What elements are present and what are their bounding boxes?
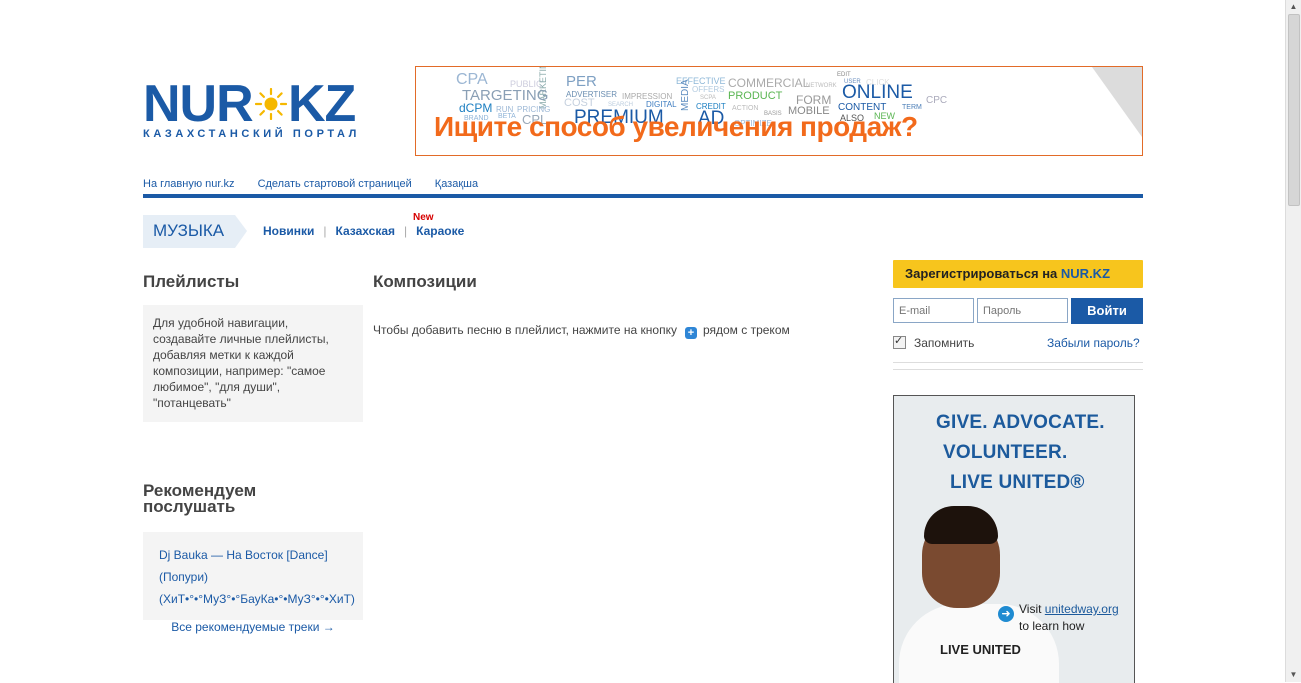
side-ad-banner[interactable]: GIVE. ADVOCATE. VOLUNTEER. LIVE UNITED® …	[893, 395, 1135, 683]
site-logo[interactable]: NUR KZ КАЗАХСТАНСКИЙ ПОРТАЛ	[143, 78, 358, 148]
ad-visit-link[interactable]: unitedway.org	[1045, 602, 1119, 616]
banner-cloud-word: EDIT	[837, 72, 851, 78]
hint-text-after: рядом с треком	[702, 323, 790, 337]
new-badge: New	[413, 212, 434, 223]
login-divider	[893, 369, 1143, 370]
sun-icon	[255, 88, 287, 120]
login-button[interactable]: Войти	[1071, 298, 1143, 324]
header-divider	[143, 194, 1143, 198]
recommend-heading: Рекомендуем послушать	[143, 481, 257, 516]
playlists-heading: Плейлисты	[143, 272, 240, 291]
email-input[interactable]	[893, 298, 974, 323]
playlists-info-text: Для удобной навигации, создавайте личные…	[153, 316, 329, 410]
remember-label: Запомнить	[914, 336, 975, 350]
nav-make-start-page-link[interactable]: Сделать стартовой страницей	[258, 178, 412, 190]
password-input[interactable]	[977, 298, 1068, 323]
tab-new-releases[interactable]: Новинки	[263, 224, 314, 238]
section-title-tag: МУЗЫКА	[143, 215, 247, 248]
section-title: МУЗЫКА	[153, 221, 225, 240]
plus-icon: +	[684, 327, 697, 339]
banner-cloud-word: ONLINE	[842, 82, 913, 103]
recommended-track-link[interactable]: Dj Bauka — На Восток [Dance] (Попури) (Х…	[143, 532, 363, 622]
nav-kazakh-language-link[interactable]: Қазақша	[435, 178, 478, 190]
banner-cloud-word: PER	[566, 73, 597, 90]
nav-home-link[interactable]: На главную nur.kz	[143, 178, 235, 190]
banner-tagline: Ищите способ увеличения продаж?	[434, 111, 918, 142]
all-recommended-link[interactable]: Все рекомендуемые треки →	[143, 620, 363, 634]
logo-subtitle: КАЗАХСТАНСКИЙ ПОРТАЛ	[143, 128, 360, 140]
banner-cloud-word: CPC	[926, 95, 948, 106]
top-ad-banner[interactable]: CPA PUBLIC MARKETING PER EFFECTIVE COMME…	[415, 66, 1143, 156]
page-curl-decoration	[1092, 67, 1142, 137]
logo-text-nur: NUR	[143, 75, 254, 133]
logo-text-kz: KZ	[288, 75, 356, 133]
banner-cloud-word: MEDIA	[680, 79, 691, 111]
scroll-down-arrow-icon[interactable]: ▼	[1286, 668, 1301, 682]
ad-line: VOLUNTEER.	[943, 442, 1068, 463]
compositions-hint: Чтобы добавить песню в плейлист, нажмите…	[373, 323, 790, 339]
remember-me[interactable]: Запомнить	[893, 334, 975, 350]
ad-person-image	[924, 506, 998, 544]
playlists-info-box: Для удобной навигации, создавайте личные…	[143, 305, 363, 422]
subnav-separator: |	[404, 224, 408, 238]
register-brand: NUR.KZ	[1060, 266, 1111, 281]
arrow-right-icon: ➜	[998, 606, 1014, 622]
tab-kazakh[interactable]: Казахская	[336, 224, 396, 238]
banner-cloud-word: TERM	[902, 104, 922, 111]
music-subnav: Новинки | Казахская | Караоке	[263, 224, 464, 238]
subnav-separator: |	[323, 224, 327, 238]
banner-cloud-word: OFFERS	[692, 85, 725, 94]
recommend-box: Dj Bauka — На Восток [Dance] (Попури) (Х…	[143, 532, 363, 620]
scroll-up-arrow-icon[interactable]: ▲	[1286, 0, 1301, 14]
banner-cloud-word: NETWORK	[806, 83, 837, 89]
vertical-scrollbar[interactable]: ▲ ▼	[1285, 0, 1301, 682]
scrollbar-thumb[interactable]	[1288, 14, 1300, 206]
banner-cloud-word: SCPA	[700, 95, 716, 101]
banner-cloud-word: COMMERCIAL	[728, 76, 810, 90]
remember-checkbox[interactable]	[893, 334, 906, 349]
ad-line: LIVE UNITED®	[950, 472, 1085, 493]
ad-line: GIVE. ADVOCATE.	[936, 412, 1105, 433]
hint-text-before: Чтобы добавить песню в плейлист, нажмите…	[373, 323, 677, 337]
banner-cloud-word: PRODUCT	[728, 90, 783, 102]
tab-karaoke[interactable]: Караоке	[416, 224, 464, 238]
ad-visit-text: Visit unitedway.org to learn how	[1019, 602, 1119, 633]
register-label: Зарегистрироваться на NUR.KZ	[905, 266, 1111, 281]
ad-shirt-text: LIVE UNITED	[940, 642, 1021, 657]
top-nav: На главную nur.kz Сделать стартовой стра…	[143, 178, 498, 190]
register-button[interactable]: Зарегистрироваться на NUR.KZ	[893, 260, 1143, 288]
forgot-password-link[interactable]: Забыли пароль?	[1047, 336, 1140, 350]
login-divider	[893, 362, 1143, 363]
compositions-heading: Композиции	[373, 272, 477, 291]
